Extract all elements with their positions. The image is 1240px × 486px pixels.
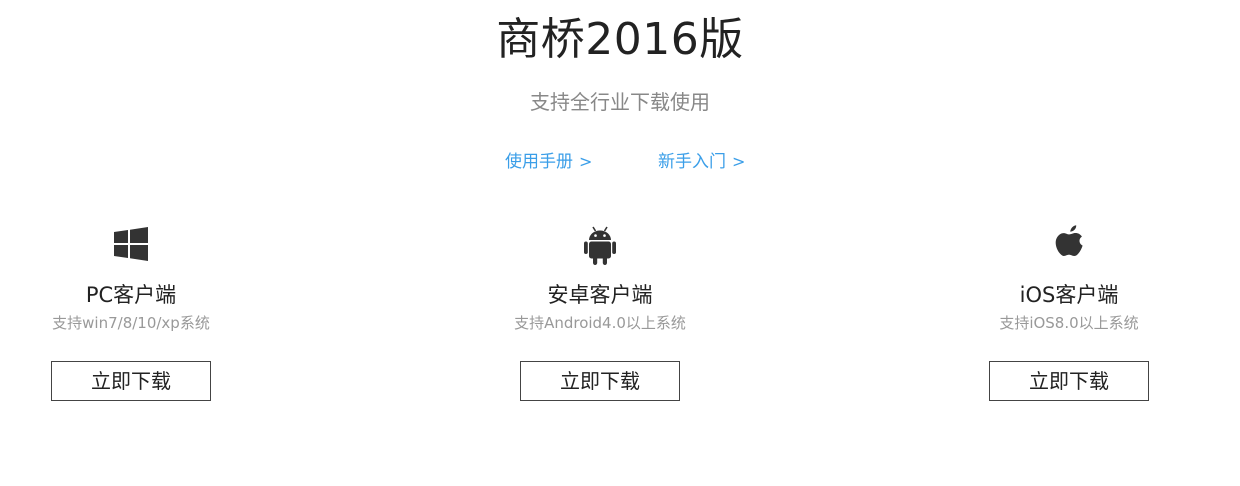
help-links: 使用手册 > 新手入门 > <box>0 149 1240 175</box>
windows-icon <box>0 222 262 268</box>
user-manual-link[interactable]: 使用手册 > <box>505 149 592 175</box>
android-icon <box>429 222 771 268</box>
beginner-guide-link[interactable]: 新手入门 > <box>658 149 745 175</box>
download-android-button[interactable]: 立即下载 <box>520 361 680 401</box>
download-pc-button[interactable]: 立即下载 <box>51 361 211 401</box>
client-description: 支持iOS8.0以上系统 <box>999 314 1139 332</box>
apple-icon <box>898 222 1240 268</box>
page-title: 商桥2016版 <box>496 14 744 65</box>
page-subtitle: 支持全行业下载使用 <box>530 90 710 114</box>
user-manual-label: 使用手册 <box>505 152 573 172</box>
download-ios-button[interactable]: 立即下载 <box>989 361 1149 401</box>
client-name: iOS客户端 <box>1019 283 1119 307</box>
beginner-guide-label: 新手入门 <box>658 152 726 172</box>
client-card-android: 安卓客户端 支持Android4.0以上系统 立即下载 <box>429 222 771 401</box>
client-description: 支持Android4.0以上系统 <box>514 314 686 332</box>
client-card-ios: iOS客户端 支持iOS8.0以上系统 立即下载 <box>898 222 1240 401</box>
client-description: 支持win7/8/10/xp系统 <box>52 314 210 332</box>
chevron-right-icon: > <box>732 152 746 171</box>
chevron-right-icon: > <box>579 152 593 171</box>
client-card-pc: PC客户端 支持win7/8/10/xp系统 立即下载 <box>0 222 262 401</box>
client-name: 安卓客户端 <box>547 283 653 307</box>
client-name: PC客户端 <box>85 283 177 307</box>
